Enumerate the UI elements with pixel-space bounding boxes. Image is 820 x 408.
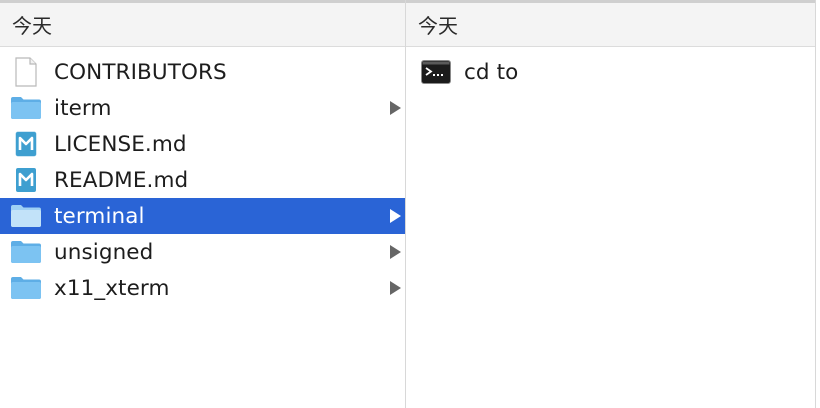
file-list-right: cd to bbox=[406, 47, 815, 90]
folder-icon bbox=[10, 94, 42, 122]
list-item-label: terminal bbox=[54, 203, 145, 229]
list-item-label: cd to bbox=[464, 59, 519, 85]
list-item-label: x11_xterm bbox=[54, 275, 170, 301]
folder-icon bbox=[10, 238, 42, 266]
column-header-right[interactable]: 今天 bbox=[406, 0, 815, 47]
column-browser: 今天 CONTRIBUTORS iterm LICENSE.md README.… bbox=[0, 0, 820, 408]
column-header-left[interactable]: 今天 bbox=[0, 0, 405, 47]
folder-icon bbox=[10, 274, 42, 302]
list-item-license[interactable]: LICENSE.md bbox=[0, 126, 405, 162]
list-item-cd-to[interactable]: cd to bbox=[406, 54, 815, 90]
list-item-label: CONTRIBUTORS bbox=[54, 59, 227, 85]
list-item-contributors[interactable]: CONTRIBUTORS bbox=[0, 54, 405, 90]
list-item-x11-xterm[interactable]: x11_xterm bbox=[0, 270, 405, 306]
column-left: 今天 CONTRIBUTORS iterm LICENSE.md README.… bbox=[0, 0, 406, 408]
disclosure-arrow-icon bbox=[390, 209, 401, 223]
disclosure-arrow-icon bbox=[390, 101, 401, 115]
list-item-iterm[interactable]: iterm bbox=[0, 90, 405, 126]
markdown-file-icon bbox=[10, 166, 42, 194]
disclosure-arrow-icon bbox=[390, 245, 401, 259]
list-item-label: LICENSE.md bbox=[54, 131, 187, 157]
file-list-left: CONTRIBUTORS iterm LICENSE.md README.md … bbox=[0, 47, 405, 306]
list-item-label: iterm bbox=[54, 95, 112, 121]
folder-icon bbox=[10, 202, 42, 230]
list-item-readme[interactable]: README.md bbox=[0, 162, 405, 198]
column-right: 今天 cd to bbox=[406, 0, 815, 408]
terminal-app-icon bbox=[420, 58, 452, 86]
markdown-file-icon bbox=[10, 130, 42, 158]
disclosure-arrow-icon bbox=[390, 281, 401, 295]
document-icon bbox=[10, 57, 42, 87]
column-edge bbox=[815, 0, 820, 408]
list-item-label: README.md bbox=[54, 167, 189, 193]
list-item-terminal[interactable]: terminal bbox=[0, 198, 405, 234]
list-item-label: unsigned bbox=[54, 239, 154, 265]
list-item-unsigned[interactable]: unsigned bbox=[0, 234, 405, 270]
